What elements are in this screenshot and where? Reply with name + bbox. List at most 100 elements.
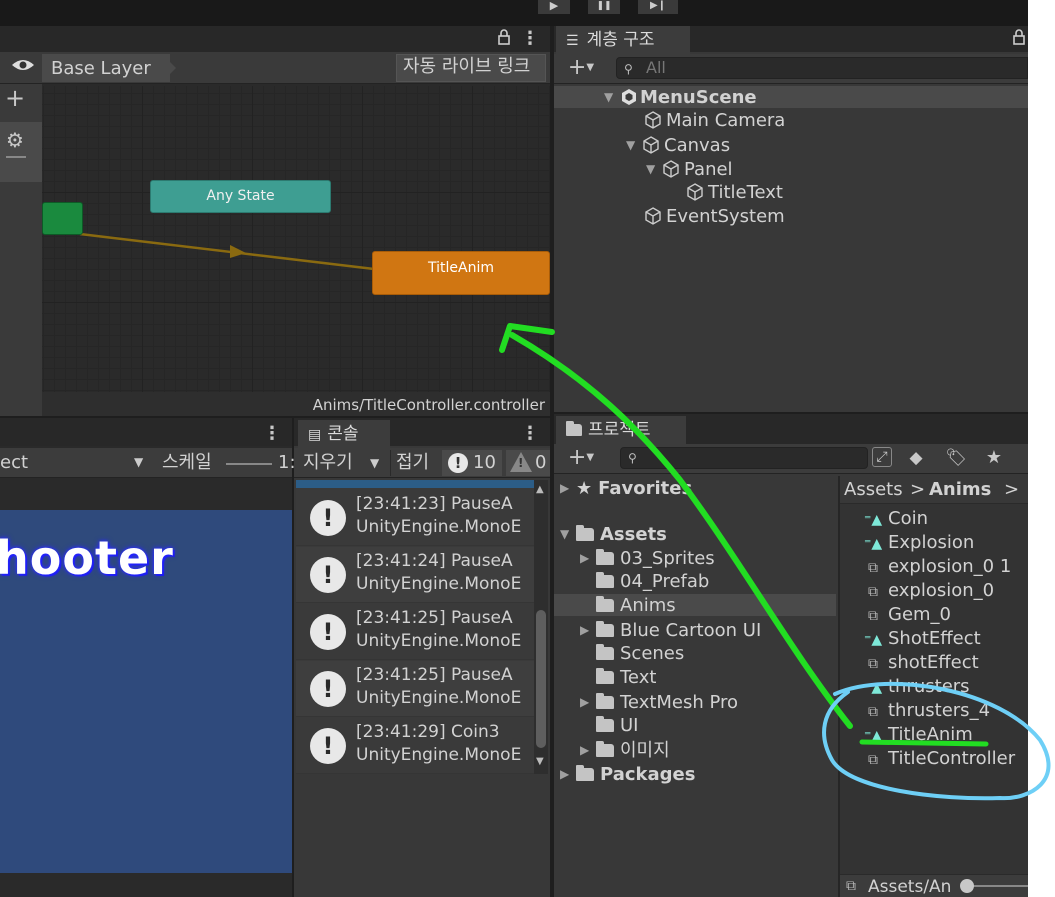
label-tag-icon[interactable]: 🏷 [944,446,968,470]
asset-item-thrusters[interactable]: ⁼▲ thrusters [864,675,970,700]
list-item[interactable]: ! [23:41:29] Coin3 UnityEngine.MonoE [296,718,536,774]
hierarchy-item-panel[interactable]: ▼ Panel [646,157,733,182]
favorites-item[interactable]: ▶ ★ Favorites [560,476,692,501]
asset-item-thrusters-4[interactable]: ⧉ thrusters_4 [864,699,990,724]
transition-arrow[interactable] [42,86,550,392]
asset-item-shoteffect-controller[interactable]: ⧉ shotEffect [864,651,979,676]
collapse-triangle-icon[interactable]: ▶ [580,690,596,714]
animator-controller-icon: ⧉ [868,608,878,624]
entry-state[interactable] [42,202,83,235]
tab-hierarchy[interactable]: ☰ 계층 구조 [556,26,690,54]
folder-label: TextMesh Pro [620,692,739,713]
hierarchy-item-canvas[interactable]: ▼ Canvas [626,133,730,158]
folder-icon [596,668,614,684]
expand-triangle-icon[interactable]: ▼ [560,522,576,546]
folder-item-images[interactable]: ▶ 이미지 [580,738,670,763]
filter-by-type-icon[interactable]: ◆ [904,446,928,470]
log-line-1: [23:41:25] PauseA [356,608,513,628]
asset-item-explosion-0-1[interactable]: ⧉ explosion_0 1 [864,555,1011,580]
list-item[interactable]: ! [23:41:23] PauseA UnityEngine.MonoE [296,490,536,546]
info-icon: ! [310,500,346,536]
eye-icon[interactable] [8,56,38,80]
folder-label: Text [620,667,657,688]
kebab-menu-icon[interactable]: ⋮ [520,27,540,51]
step-button[interactable]: ▶❙ [638,0,678,14]
asset-item-titleanim[interactable]: ⁼▲ TitleAnim [864,723,973,748]
folder-item-text[interactable]: Text [596,666,656,690]
assets-root-item[interactable]: ▼ Assets [560,522,667,547]
log-line-2: UnityEngine.MonoE [356,745,522,765]
tab-project[interactable]: 프로젝트 [556,416,686,444]
log-line-2: UnityEngine.MonoE [356,688,522,708]
asset-item-gem-0[interactable]: ⧉ Gem_0 [864,603,951,628]
folder-item-ui[interactable]: UI [596,714,638,738]
project-search-input[interactable] [620,447,868,469]
scroll-up-icon[interactable]: ▲ [536,484,544,495]
breadcrumb-root[interactable]: Assets [844,478,903,502]
list-item[interactable]: ! [23:41:24] PauseA UnityEngine.MonoE [296,547,536,603]
gear-icon[interactable]: ⚙ [4,128,26,152]
asset-item-explosion-0[interactable]: ⧉ explosion_0 [864,579,994,604]
scale-slider[interactable] [226,463,272,465]
hierarchy-item-label: Panel [684,159,733,180]
icon-size-slider-thumb[interactable] [960,879,974,893]
packages-item[interactable]: ▶ Packages [560,762,695,787]
folder-item-scenes[interactable]: Scenes [596,642,684,666]
open-folder-icon [576,525,594,541]
info-icon: ! [448,453,468,473]
asset-item-shoteffect-clip[interactable]: ⁼▲ ShotEffect [864,627,981,652]
pause-button[interactable]: ❚❚ [588,0,620,14]
unity-scene-icon [620,86,640,110]
collapse-triangle-icon[interactable]: ▶ [560,762,576,786]
breadcrumb-current[interactable]: Anims [929,478,991,502]
asset-item-explosion[interactable]: ⁼▲ Explosion [864,531,974,556]
game-title-text: hooter [0,531,174,585]
folder-item-03-sprites[interactable]: ▶ 03_Sprites [580,546,715,571]
expand-triangle-icon[interactable]: ▼ [646,157,662,181]
expand-triangle-icon[interactable]: ▼ [626,133,642,157]
tab-console[interactable]: ▤ 콘솔 [298,420,390,448]
scrollbar-thumb[interactable] [536,610,546,748]
screen-margin [1028,0,1055,897]
folder-label: UI [620,715,639,736]
collapse-triangle-icon[interactable]: ▶ [560,476,576,500]
project-add-dropdown[interactable]: +▼ [560,446,602,470]
hierarchy-item-label: Canvas [664,135,731,156]
search-by-type-icon[interactable]: ⤢ [872,447,892,467]
game-kebab-icon[interactable]: ⋮ [262,422,282,446]
folder-item-textmesh-pro[interactable]: ▶ TextMesh Pro [580,690,738,715]
asset-item-coin[interactable]: ⁼▲ Coin [864,507,928,532]
collapse-triangle-icon[interactable]: ▶ [580,618,596,642]
play-button[interactable]: ▶ [538,0,570,14]
gameobject-cube-icon [687,183,703,201]
asset-item-titlecontroller[interactable]: ⧉ TitleController [864,747,1015,772]
search-icon: ⚲ [624,62,633,76]
hierarchy-item-titletext[interactable]: TitleText [686,181,783,205]
star-icon[interactable]: ★ [982,446,1006,470]
folder-item-blue-cartoon-ui[interactable]: ▶ Blue Cartoon UI [580,618,761,643]
add-icon[interactable]: + [2,86,28,110]
chevron-down-icon: ▼ [134,455,144,469]
hierarchy-add-dropdown[interactable]: +▼ [560,56,602,80]
console-tab-label: 콘솔 [327,424,359,444]
hierarchy-item-eventsystem[interactable]: EventSystem [644,205,785,229]
folder-item-anims[interactable]: Anims [596,594,676,618]
expand-triangle-icon[interactable]: ▼ [604,85,620,109]
hierarchy-search-input[interactable] [616,57,1028,79]
warning-icon-mark: ! [518,456,524,470]
clear-dropdown-icon[interactable]: ▼ [370,456,379,470]
list-item[interactable]: ! [23:41:25] PauseA UnityEngine.MonoE [296,604,536,660]
hierarchy-item-menuscene[interactable]: ▼ MenuScene [604,85,757,110]
console-kebab-icon[interactable]: ⋮ [520,422,540,446]
collapse-triangle-icon[interactable]: ▶ [580,546,596,570]
folder-item-04-prefab[interactable]: 04_Prefab [596,570,709,594]
collapse-triangle-icon[interactable]: ▶ [580,738,596,762]
lock-icon[interactable] [494,28,514,52]
scroll-down-icon[interactable]: ▼ [536,756,544,767]
list-item[interactable]: ! [23:41:25] PauseA UnityEngine.MonoE [296,661,536,717]
top-toolbar [0,0,1028,26]
hierarchy-lock-icon[interactable] [1010,28,1028,52]
warn-count: 0 [535,452,547,473]
hierarchy-item-main-camera[interactable]: Main Camera [644,109,785,133]
anim-clip-icon: ⁼▲ [864,680,883,696]
